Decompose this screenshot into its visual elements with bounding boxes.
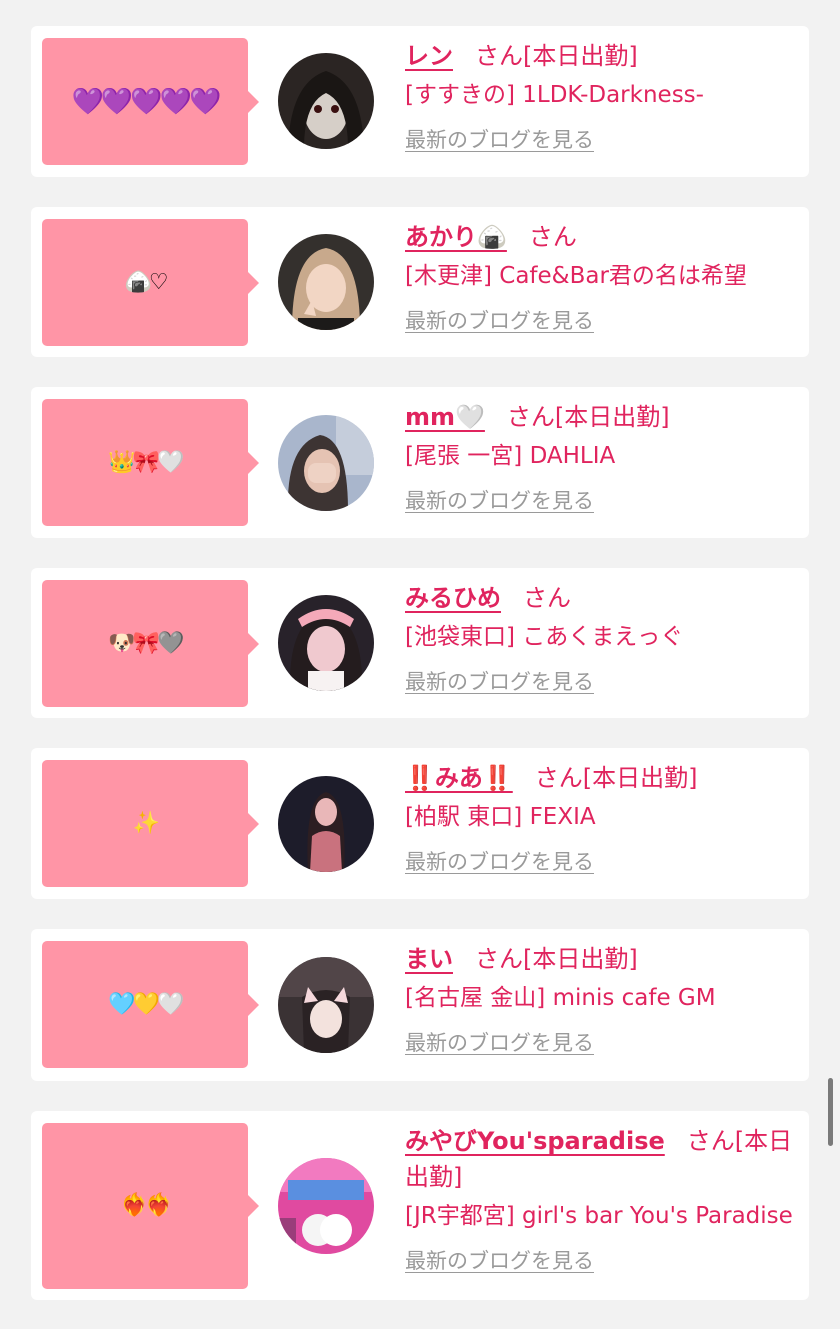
latest-blog-link[interactable]: 最新のブログを見る <box>405 668 594 696</box>
girl-info: mm🤍 さん[本日出勤] [尾張 一宮] DAHLIA 最新のブログを見る <box>405 399 801 515</box>
list-item: 🍙♡ あかり🍙 さん [木更津] Cafe&Bar君の名は希望 最新のブログを見る <box>31 207 809 357</box>
girl-info: レン さん[本日出勤] [すすきの] 1LDK-Darkness- 最新のブログを… <box>405 38 801 154</box>
avatar-photo <box>278 957 374 1053</box>
girl-info: みるひめ さん [池袋東口] こあくまえっぐ 最新のブログを見る <box>405 580 801 696</box>
avatar[interactable] <box>278 53 374 149</box>
list-item: 👑🎀🤍 mm🤍 さん[本日出勤] [尾張 一宮] DAHLIA 最新のブログを見る <box>31 387 809 538</box>
latest-blog-link[interactable]: 最新のブログを見る <box>405 848 594 876</box>
girl-name-link[interactable]: みるひめ <box>405 584 501 612</box>
avatar-photo <box>278 776 374 872</box>
shop-name[interactable]: [木更津] Cafe&Bar君の名は希望 <box>405 259 801 293</box>
avatar[interactable] <box>278 776 374 872</box>
comment-bubble: ✨ <box>42 760 259 887</box>
name-suffix: さん <box>523 584 571 612</box>
avatar[interactable] <box>278 415 374 511</box>
list-item: 🩵💛🤍 まい さん[本日出勤] [名古屋 金山] minis cafe GM 最新… <box>31 929 809 1081</box>
latest-blog-link[interactable]: 最新のブログを見る <box>405 307 594 335</box>
avatar-photo <box>278 234 374 330</box>
shop-name[interactable]: [名古屋 金山] minis cafe GM <box>405 981 801 1015</box>
shop-name[interactable]: [すすきの] 1LDK-Darkness- <box>405 78 801 112</box>
girl-name-link[interactable]: レン <box>405 42 453 70</box>
girl-info: ‼️みあ‼️ さん[本日出勤] [柏駅 東口] FEXIA 最新のブログを見る <box>405 760 801 876</box>
latest-blog-link[interactable]: 最新のブログを見る <box>405 487 594 515</box>
shop-name[interactable]: [尾張 一宮] DAHLIA <box>405 439 801 473</box>
girl-name-link[interactable]: まい <box>405 945 453 973</box>
comment-bubble: ❤️‍🔥❤️‍🔥 <box>42 1123 259 1289</box>
name-suffix: さん[本日出勤] <box>475 42 638 70</box>
girl-info: あかり🍙 さん [木更津] Cafe&Bar君の名は希望 最新のブログを見る <box>405 219 801 335</box>
name-suffix: さん[本日出勤] <box>475 945 638 973</box>
avatar[interactable] <box>278 1158 374 1254</box>
girl-name-link[interactable]: mm🤍 <box>405 403 485 431</box>
avatar[interactable] <box>278 234 374 330</box>
name-suffix: さん <box>528 223 577 251</box>
avatar[interactable] <box>278 957 374 1053</box>
list-item: ✨ ‼️みあ‼️ さん[本日出勤] [柏駅 東口] FEXIA 最新のブログを見る <box>31 748 809 899</box>
scrollbar[interactable] <box>828 1078 833 1146</box>
comment-bubble: 🩵💛🤍 <box>42 941 259 1068</box>
list-item: 🐶🎀🩶 みるひめ さん [池袋東口] こあくまえっぐ 最新のブログを見る <box>31 568 809 718</box>
avatar-photo <box>278 53 374 149</box>
shop-name[interactable]: [JR宇都宮] girl's bar You's Paradise <box>405 1199 801 1233</box>
girl-list: 💜💜💜💜💜 レン さん[本日出勤] [すすきの] 1LDK-Darkness- 最… <box>0 0 840 1329</box>
shop-name[interactable]: [柏駅 東口] FEXIA <box>405 800 801 834</box>
latest-blog-link[interactable]: 最新のブログを見る <box>405 1029 594 1057</box>
list-item: 💜💜💜💜💜 レン さん[本日出勤] [すすきの] 1LDK-Darkness- 最… <box>31 26 809 177</box>
comment-bubble: 🍙♡ <box>42 219 259 346</box>
list-item: ❤️‍🔥❤️‍🔥 みやびYou'sparadise さん[本日出勤] [JR宇都宮… <box>31 1111 809 1300</box>
latest-blog-link[interactable]: 最新のブログを見る <box>405 126 594 154</box>
avatar-photo <box>278 595 374 691</box>
avatar-photo <box>278 415 374 511</box>
comment-bubble: 👑🎀🤍 <box>42 399 259 526</box>
avatar-photo <box>278 1158 374 1254</box>
shop-name[interactable]: [池袋東口] こあくまえっぐ <box>405 620 801 654</box>
comment-bubble: 🐶🎀🩶 <box>42 580 259 707</box>
girl-info: みやびYou'sparadise さん[本日出勤] [JR宇都宮] girl's … <box>405 1123 801 1275</box>
girl-info: まい さん[本日出勤] [名古屋 金山] minis cafe GM 最新のブログ… <box>405 941 801 1057</box>
name-suffix: さん[本日出勤] <box>534 764 698 792</box>
girl-name-link[interactable]: みやびYou'sparadise <box>405 1127 665 1155</box>
latest-blog-link[interactable]: 最新のブログを見る <box>405 1247 594 1275</box>
comment-bubble: 💜💜💜💜💜 <box>42 38 259 165</box>
name-suffix: さん[本日出勤] <box>506 403 670 431</box>
avatar[interactable] <box>278 595 374 691</box>
girl-name-link[interactable]: ‼️みあ‼️ <box>405 764 513 792</box>
girl-name-link[interactable]: あかり🍙 <box>405 223 507 251</box>
